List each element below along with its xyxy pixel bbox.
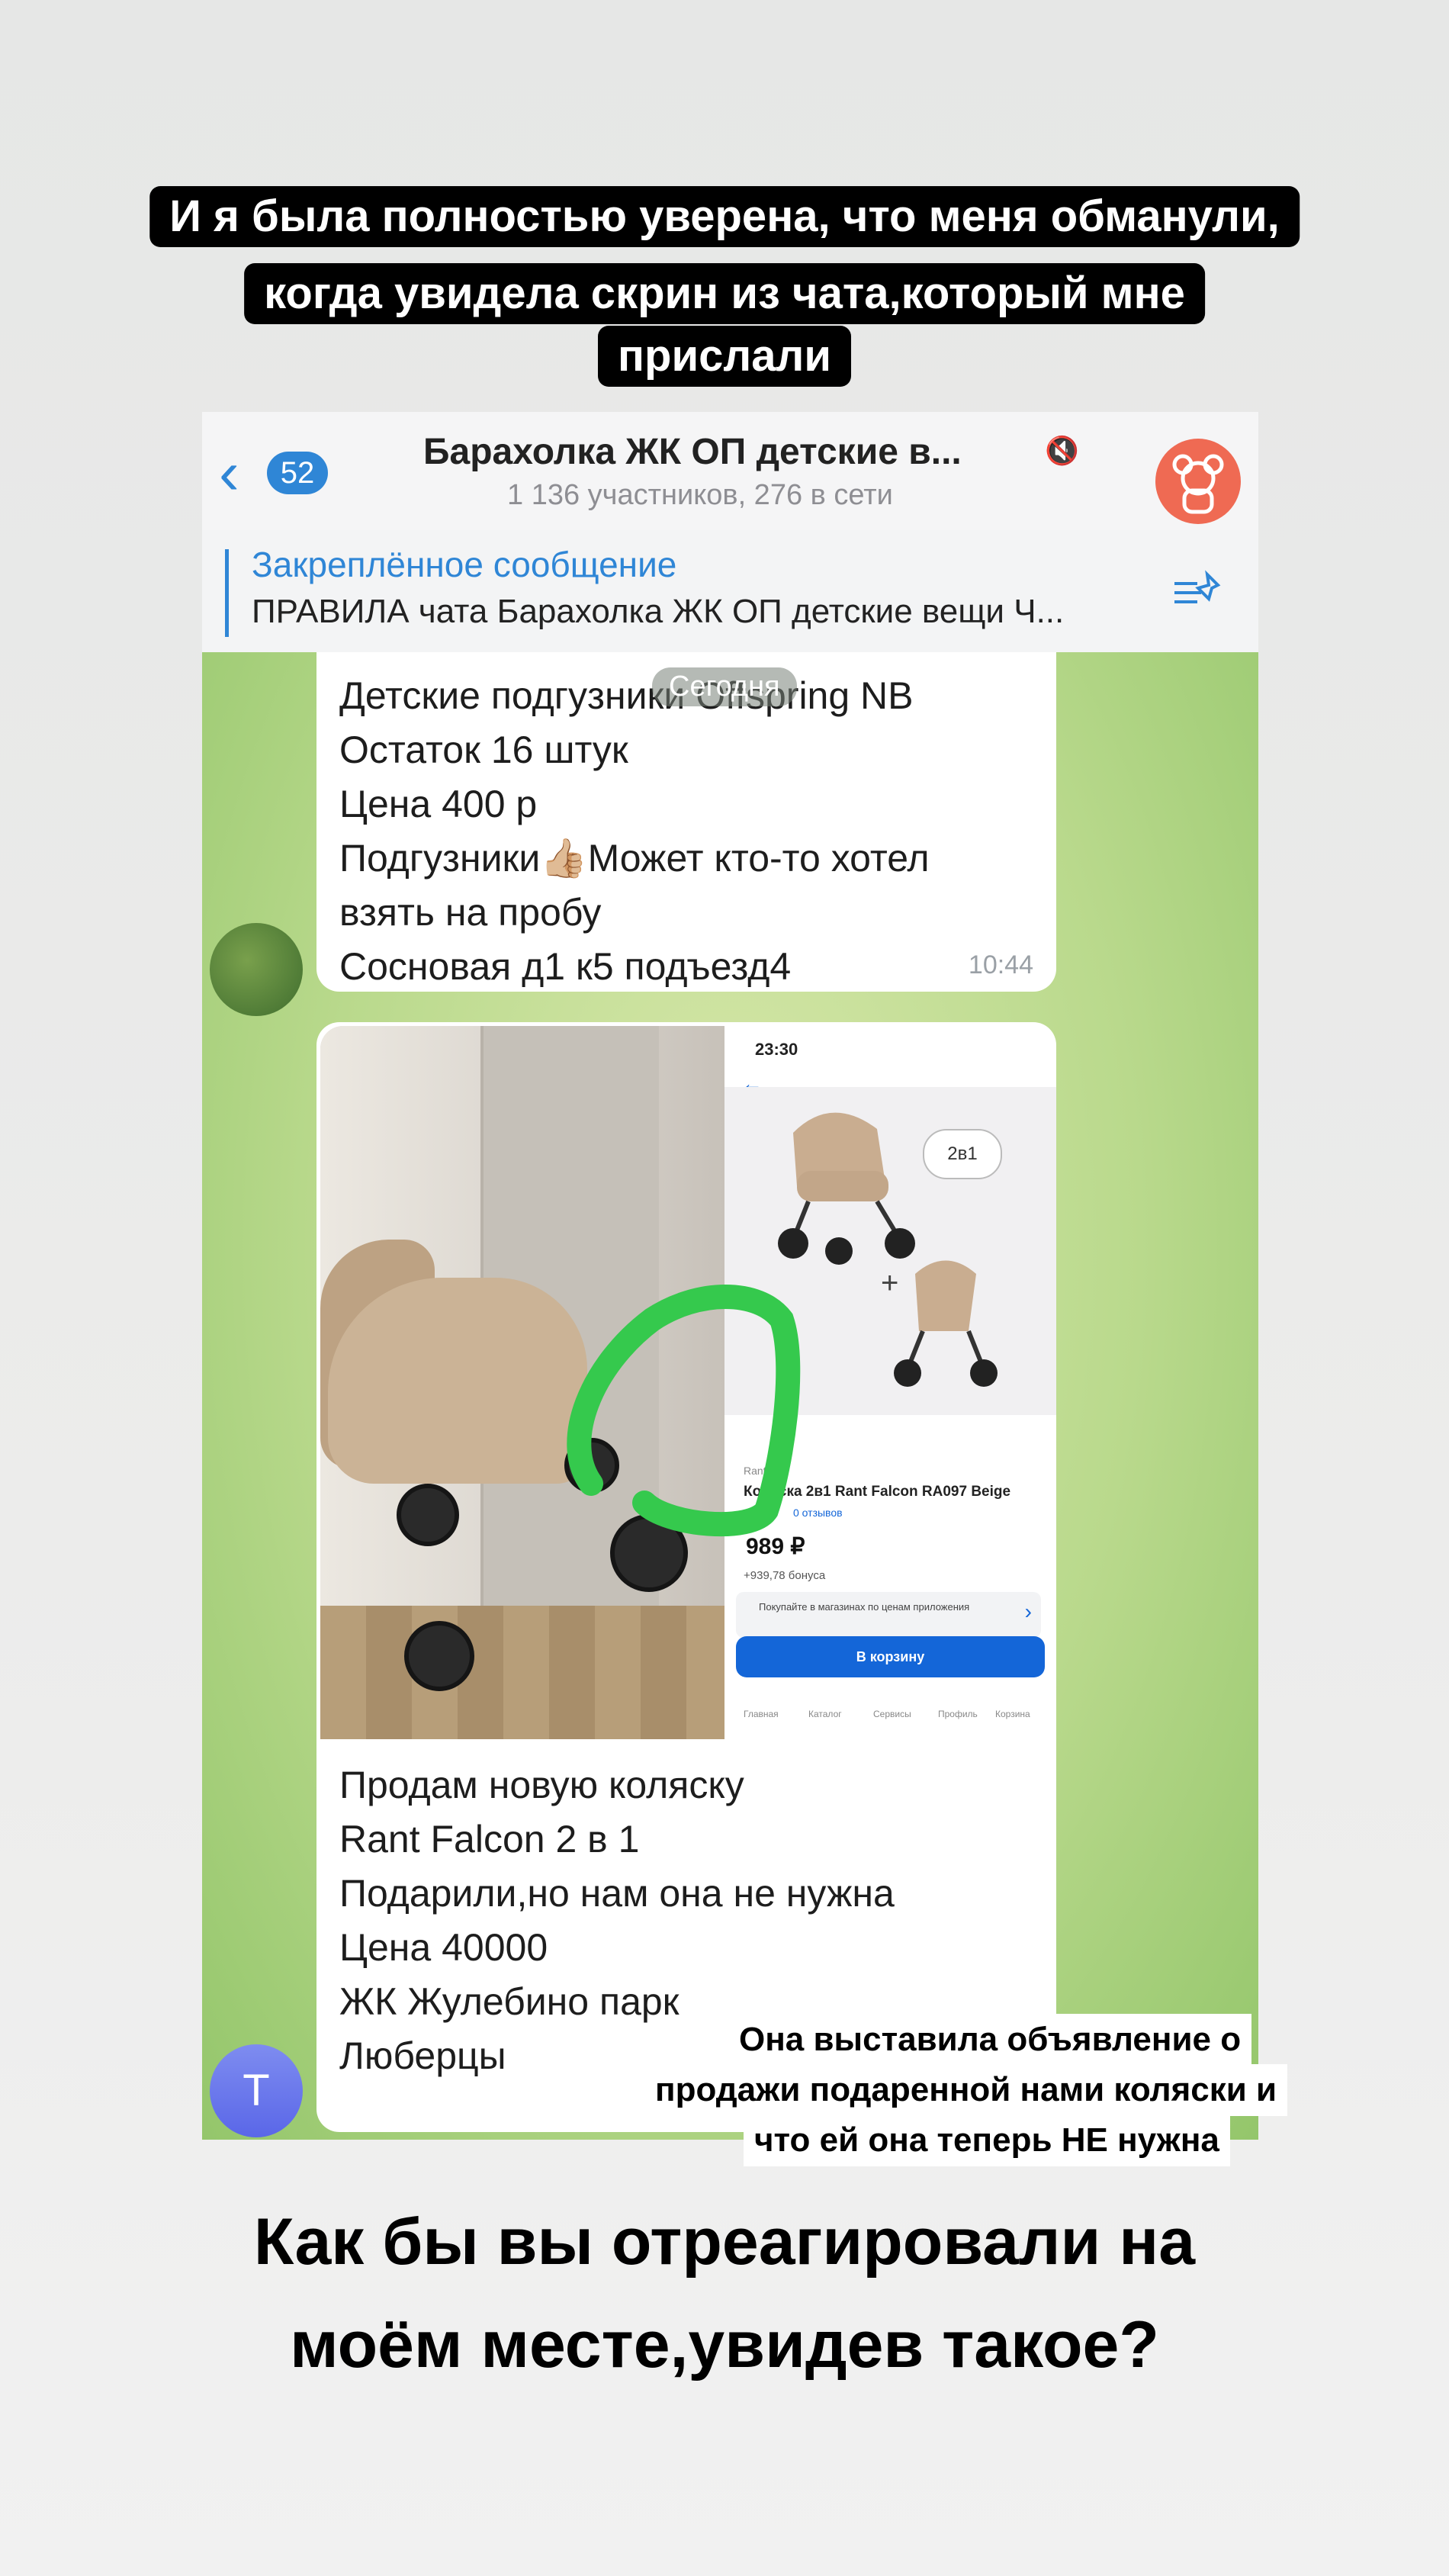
sender-avatar-initial[interactable]: Т xyxy=(210,2044,303,2137)
pinned-message-bar[interactable]: Закреплённое сообщение ПРАВИЛА чата Бара… xyxy=(202,530,1258,652)
top-caption-line-1: И я была полностью уверена, что меня обм… xyxy=(149,186,1300,247)
message-line: Цена 40000 xyxy=(339,1926,548,1969)
shop-banner-text: Покупайте в магазинах по ценам приложени… xyxy=(759,1601,970,1613)
bottom-nav: Главная Каталог Сервисы Профиль Корзина xyxy=(724,1686,1056,1728)
photo-floor xyxy=(320,1606,724,1739)
chat-screenshot: ‹ 52 Барахолка ЖК ОП детские в... 🔇 1 13… xyxy=(202,412,1258,2140)
svg-text:+: + xyxy=(881,1266,898,1300)
group-avatar[interactable] xyxy=(1155,439,1241,524)
nav-services[interactable]: Сервисы xyxy=(873,1709,911,1719)
message-time: 10:44 xyxy=(968,950,1033,979)
chat-header: ‹ 52 Барахолка ЖК ОП детские в... 🔇 1 13… xyxy=(202,412,1258,531)
overlay-caption-line-1: Она выставила объявление о xyxy=(728,2014,1252,2066)
nav-home[interactable]: Главная xyxy=(744,1709,779,1719)
sender-avatar[interactable] xyxy=(210,923,303,1016)
overlay-caption-line-2: продажи подаренной нами коляски и xyxy=(644,2064,1288,2116)
date-chip: Сегодня xyxy=(652,667,797,706)
message-line: Подгузники👍🏼Может кто-то хотел xyxy=(339,837,930,880)
teddy-bear-icon xyxy=(1172,454,1224,514)
pin-list-icon xyxy=(1174,570,1221,603)
chevron-right-icon: › xyxy=(1024,1600,1032,1623)
message-line: Цена 400 р xyxy=(339,783,538,825)
question-line-2: моём месте,увидев такое? xyxy=(290,2308,1159,2381)
mute-icon: 🔇 xyxy=(1045,435,1079,466)
message-line: Детские подгузники Offspring NB xyxy=(339,674,914,717)
message-line: Люберцы xyxy=(339,2034,506,2077)
top-caption-line-3: прислали xyxy=(598,326,851,387)
back-arrow-icon[interactable]: ‹ xyxy=(219,442,239,503)
pinned-list-icon[interactable] xyxy=(1171,568,1224,625)
nav-cart[interactable]: Корзина xyxy=(995,1709,1030,1719)
add-to-cart-button[interactable]: В корзину xyxy=(736,1636,1045,1677)
unread-count-badge[interactable]: 52 xyxy=(267,452,328,494)
overlay-caption-line-3: что ей она теперь НЕ нужна xyxy=(744,2115,1230,2166)
nav-profile[interactable]: Профиль xyxy=(938,1709,978,1719)
message-line: Остаток 16 штук xyxy=(339,728,628,771)
message-line: Продам новую коляску xyxy=(339,1764,744,1806)
pinned-text: ПРАВИЛА чата Барахолка ЖК ОП детские вещ… xyxy=(252,593,1065,630)
chat-title[interactable]: Барахолка ЖК ОП детские в... xyxy=(423,431,962,473)
message-line: взять на пробу xyxy=(339,891,602,934)
top-caption-line-2: когда увидела скрин из чата,который мне xyxy=(244,263,1205,324)
status-time: 23:30 xyxy=(755,1040,798,1059)
shop-banner[interactable]: Покупайте в магазинах по ценам приложени… xyxy=(736,1592,1041,1638)
message-line: Сосновая д1 к5 подъезд4 xyxy=(339,945,792,988)
green-highlight-scribble xyxy=(567,1285,801,1537)
chat-subtitle: 1 136 участников, 276 в сети xyxy=(507,479,893,511)
pinned-indicator xyxy=(225,549,229,637)
nav-catalog[interactable]: Каталог xyxy=(808,1709,842,1719)
message-line: ЖК Жулебино парк xyxy=(339,1980,680,2023)
message-line: Подарили,но нам она не нужна xyxy=(339,1872,895,1915)
pinned-title: Закреплённое сообщение xyxy=(252,545,677,584)
stroller-wheel xyxy=(397,1484,459,1546)
question-line-1: Как бы вы отреагировали на xyxy=(253,2205,1196,2279)
stroller-wheel xyxy=(404,1621,474,1691)
message-line: Rant Falcon 2 в 1 xyxy=(339,1818,640,1860)
